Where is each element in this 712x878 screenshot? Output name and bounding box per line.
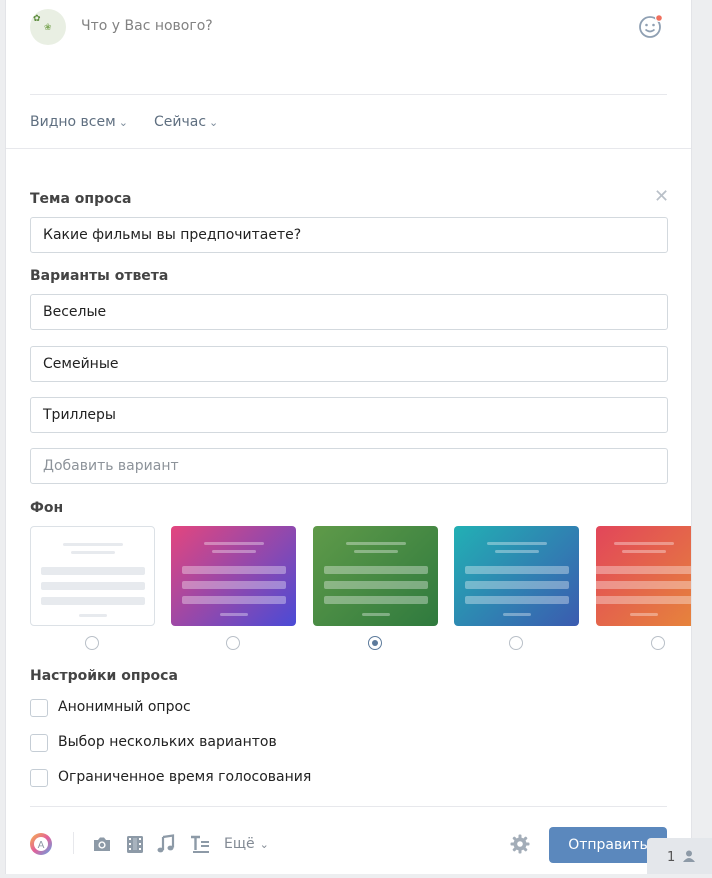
preview-line — [464, 596, 569, 604]
preview-line — [323, 581, 428, 589]
multiple-choice-label: Выбор нескольких вариантов — [58, 734, 277, 750]
time-label: Сейчас — [154, 114, 207, 130]
gear-icon[interactable] — [509, 833, 531, 855]
preview-line — [613, 542, 674, 545]
preview-line — [40, 597, 145, 605]
background-radio-green[interactable] — [368, 636, 382, 650]
answer-input-2[interactable]: Семейные — [30, 346, 668, 382]
time-dropdown[interactable]: Сейчас ⌄ — [154, 114, 218, 130]
chevron-down-icon: ⌄ — [118, 116, 128, 129]
preview-line — [40, 567, 145, 575]
visibility-dropdown[interactable]: Видно всем ⌄ — [30, 114, 128, 130]
background-option-green[interactable] — [313, 526, 438, 626]
preview-line — [596, 581, 691, 589]
camera-icon[interactable] — [91, 833, 113, 855]
preview-line — [464, 581, 569, 589]
chevron-down-icon: ⌄ — [209, 116, 219, 129]
preview-line — [464, 566, 569, 574]
preview-line — [486, 542, 547, 545]
preview-line — [345, 542, 406, 545]
preview-line — [596, 596, 691, 604]
preview-line — [40, 582, 145, 590]
preview-line — [70, 551, 115, 554]
user-icon — [683, 850, 696, 862]
preview-line — [203, 542, 264, 545]
answers-label: Варианты ответа — [30, 268, 169, 284]
art-icon[interactable]: A — [30, 833, 52, 855]
preview-line — [629, 613, 658, 616]
preview-line — [211, 550, 256, 553]
preview-line — [361, 613, 390, 616]
background-option-red-orange[interactable] — [596, 526, 691, 626]
toolbar-separator — [73, 832, 74, 854]
chevron-down-icon: ⌄ — [259, 838, 269, 851]
preview-line — [621, 550, 666, 553]
poll-settings-label: Настройки опроса — [30, 668, 178, 684]
avatar[interactable]: ✿ ❀ — [30, 9, 66, 45]
background-radio-pink-purple[interactable] — [226, 636, 240, 650]
preview-line — [219, 613, 248, 616]
online-counter[interactable]: 1 — [647, 838, 712, 874]
limited-time-checkbox[interactable] — [30, 769, 48, 787]
multiple-choice-checkbox[interactable] — [30, 734, 48, 752]
poll-topic-input[interactable]: Какие фильмы вы предпочитаете? — [30, 217, 668, 253]
preview-line — [353, 550, 398, 553]
music-icon[interactable] — [155, 833, 177, 855]
text-format-icon[interactable] — [189, 833, 211, 855]
divider — [30, 94, 667, 95]
online-count: 1 — [667, 850, 676, 865]
preview-line — [62, 543, 123, 546]
background-option-teal-blue[interactable] — [454, 526, 579, 626]
preview-line — [596, 566, 691, 574]
answer-input-3[interactable]: Триллеры — [30, 397, 668, 433]
preview-line — [323, 566, 428, 574]
background-label: Фон — [30, 500, 64, 516]
more-label: Ещё — [224, 836, 255, 852]
emoji-icon[interactable] — [638, 13, 664, 39]
close-icon[interactable]: ✕ — [654, 188, 669, 206]
preview-line — [78, 614, 107, 617]
anonymous-label: Анонимный опрос — [58, 699, 191, 715]
add-answer-input[interactable]: Добавить вариант — [30, 448, 668, 484]
post-composer-card: ✿ ❀ Что у Вас нового? Видно всем ⌄ Сейчас… — [5, 0, 692, 874]
post-text-input[interactable]: Что у Вас нового? — [81, 18, 213, 34]
answer-input-1[interactable]: Веселые — [30, 294, 668, 330]
background-radio-white[interactable] — [85, 636, 99, 650]
preview-line — [494, 550, 539, 553]
background-radio-teal-blue[interactable] — [509, 636, 523, 650]
background-radio-red-orange[interactable] — [651, 636, 665, 650]
preview-line — [181, 566, 286, 574]
preview-line — [323, 596, 428, 604]
background-option-white[interactable] — [30, 526, 155, 626]
visibility-label: Видно всем — [30, 114, 116, 130]
preview-line — [181, 581, 286, 589]
more-button[interactable]: Ещё ⌄ — [224, 836, 269, 852]
svg-text:A: A — [38, 840, 45, 851]
video-icon[interactable] — [124, 833, 146, 855]
preview-line — [181, 596, 286, 604]
divider — [30, 806, 667, 807]
background-option-pink-purple[interactable] — [171, 526, 296, 626]
limited-time-label: Ограниченное время голосования — [58, 769, 312, 785]
poll-topic-label: Тема опроса — [30, 191, 132, 207]
anonymous-checkbox[interactable] — [30, 699, 48, 717]
composer-header: ✿ ❀ Что у Вас нового? Видно всем ⌄ Сейчас… — [6, 0, 691, 149]
preview-line — [502, 613, 531, 616]
